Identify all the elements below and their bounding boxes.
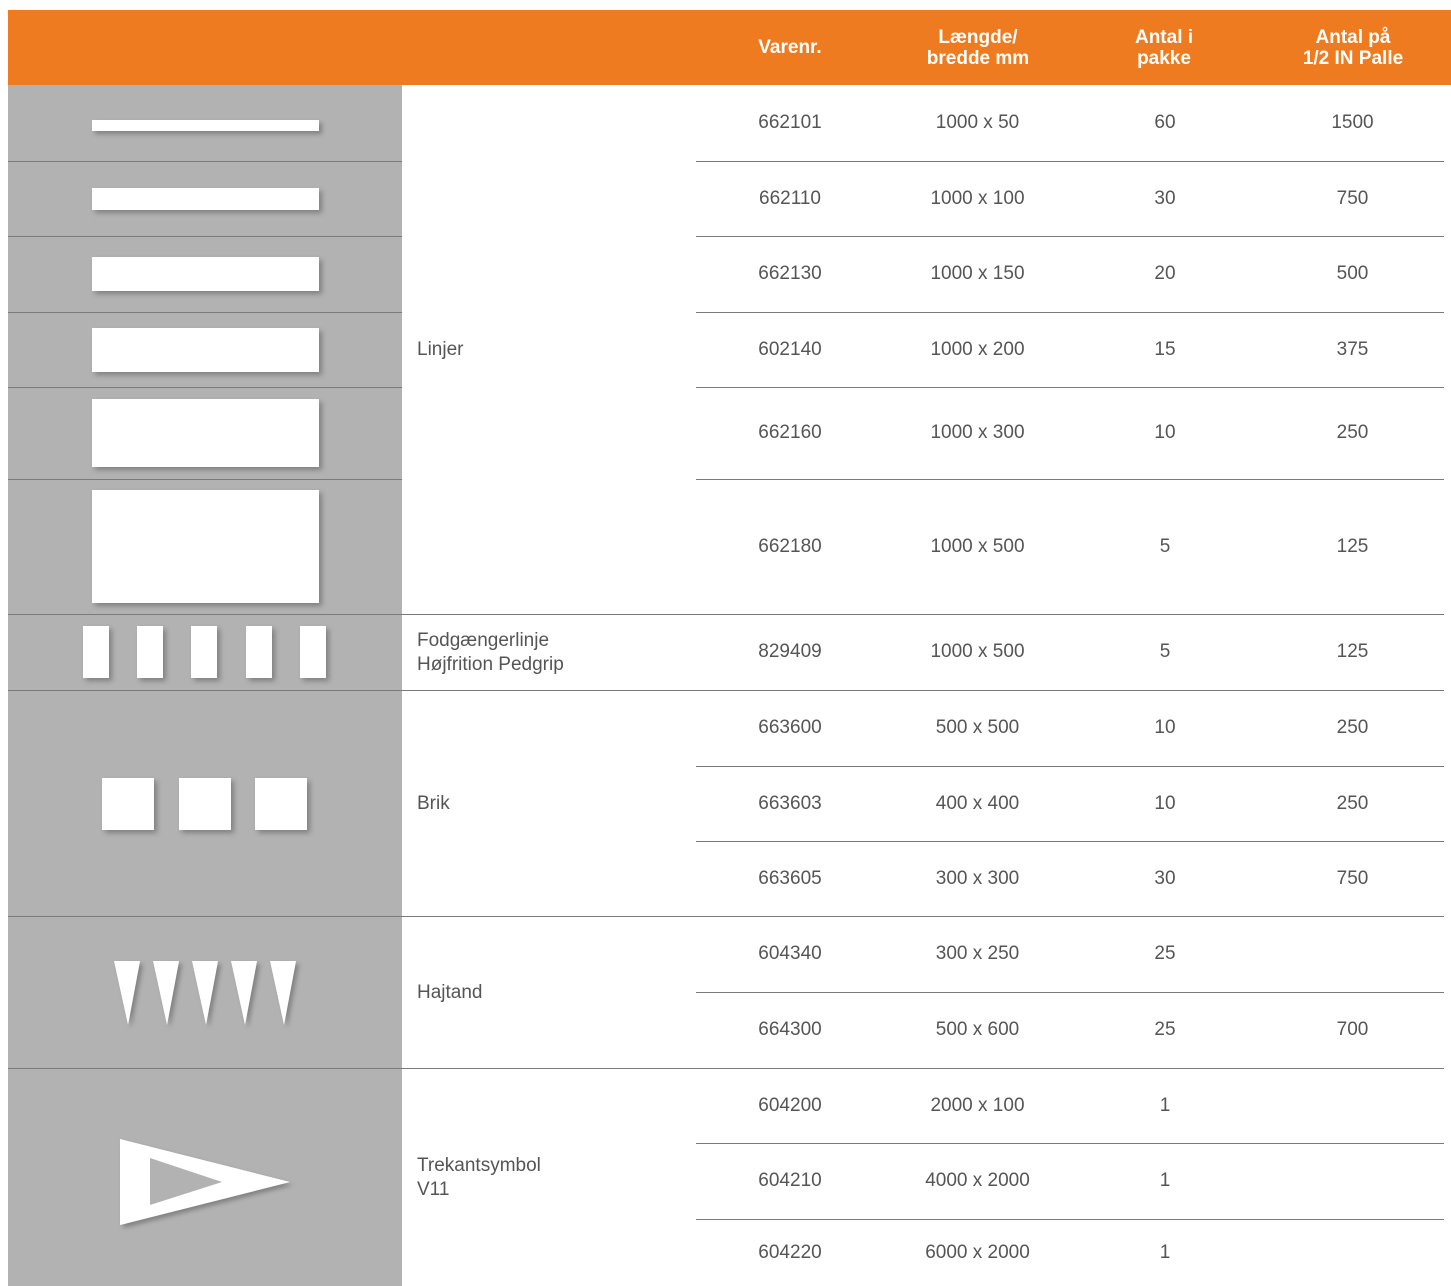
cell-pack: 25: [1154, 1019, 1176, 1040]
cell-pallet: [1280, 916, 1425, 992]
cell-varenr: 604210: [758, 1170, 822, 1191]
cell-pack: 15: [1154, 338, 1176, 360]
cell-varenr: 664300: [758, 1019, 822, 1040]
cell-varenr: 662130: [758, 263, 822, 284]
cell-pallet: 750: [1336, 867, 1369, 889]
cell-size: 4000 x 2000: [925, 1170, 1030, 1191]
cell-pallet: 125: [1336, 535, 1369, 557]
cell-varenr: 604340: [758, 943, 822, 964]
cell-varenr: 602140: [758, 338, 822, 360]
cell-pack: 60: [1154, 112, 1176, 133]
cell-size: 1000 x 150: [930, 263, 1025, 284]
cell-pack: 10: [1154, 422, 1176, 443]
cell-pallet: 250: [1336, 717, 1369, 738]
cell-pack: 1: [1159, 1241, 1171, 1263]
cell-pack: 30: [1154, 187, 1176, 209]
cell-size: 2000 x 100: [930, 1094, 1025, 1116]
cell-varenr: 829409: [758, 641, 822, 662]
cell-pack: 1: [1159, 1170, 1171, 1191]
cell-pack: 10: [1154, 792, 1176, 814]
cell-size: 1000 x 100: [930, 187, 1025, 209]
cell-size: 500 x 500: [935, 717, 1020, 738]
cell-pack: 1: [1159, 1094, 1171, 1116]
cell-varenr: 604200: [758, 1094, 822, 1116]
cell-varenr: 663603: [758, 792, 822, 814]
cell-pallet: [1280, 1143, 1425, 1219]
cell-size: 1000 x 500: [930, 535, 1025, 557]
cell-size: 300 x 250: [935, 943, 1020, 964]
cell-size: 1000 x 500: [930, 641, 1025, 662]
cell-pallet: 500: [1336, 263, 1369, 284]
cell-pack: 20: [1154, 263, 1176, 284]
cell-pack: 5: [1159, 641, 1171, 662]
cell-pack: 5: [1159, 535, 1171, 557]
cell-pack: 25: [1154, 943, 1176, 964]
cell-size: 1000 x 200: [930, 338, 1025, 360]
cell-size: 1000 x 300: [930, 422, 1025, 443]
cell-varenr: 663600: [758, 717, 822, 738]
cell-pallet: 750: [1336, 187, 1369, 209]
cell-pallet: 250: [1336, 792, 1369, 814]
cell-pallet: 250: [1336, 422, 1369, 443]
cell-pallet: 375: [1336, 338, 1369, 360]
cell-pallet: [1280, 1068, 1425, 1143]
cell-pallet: 125: [1336, 641, 1369, 662]
cell-varenr: 663605: [758, 867, 822, 889]
cell-pallet: 700: [1336, 1019, 1369, 1040]
cell-pallet: [1280, 1219, 1425, 1286]
cell-pack: 10: [1154, 717, 1176, 738]
cell-pallet: 1500: [1331, 112, 1374, 133]
cell-pack: 30: [1154, 867, 1176, 889]
cell-size: 500 x 600: [935, 1019, 1020, 1040]
shark-teeth-icon: [114, 961, 296, 1225]
cell-varenr: 662160: [758, 422, 822, 443]
cell-varenr: 662101: [758, 112, 822, 133]
cell-size: 1000 x 50: [935, 112, 1020, 133]
cell-size: 300 x 300: [935, 867, 1020, 889]
cell-varenr: 662180: [758, 535, 822, 557]
triangle-symbol-icon: [120, 1139, 292, 1227]
cell-varenr: 604220: [758, 1241, 822, 1263]
cell-size: 6000 x 2000: [925, 1241, 1030, 1263]
cell-varenr: 662110: [759, 187, 821, 209]
cell-size: 400 x 400: [935, 792, 1020, 814]
